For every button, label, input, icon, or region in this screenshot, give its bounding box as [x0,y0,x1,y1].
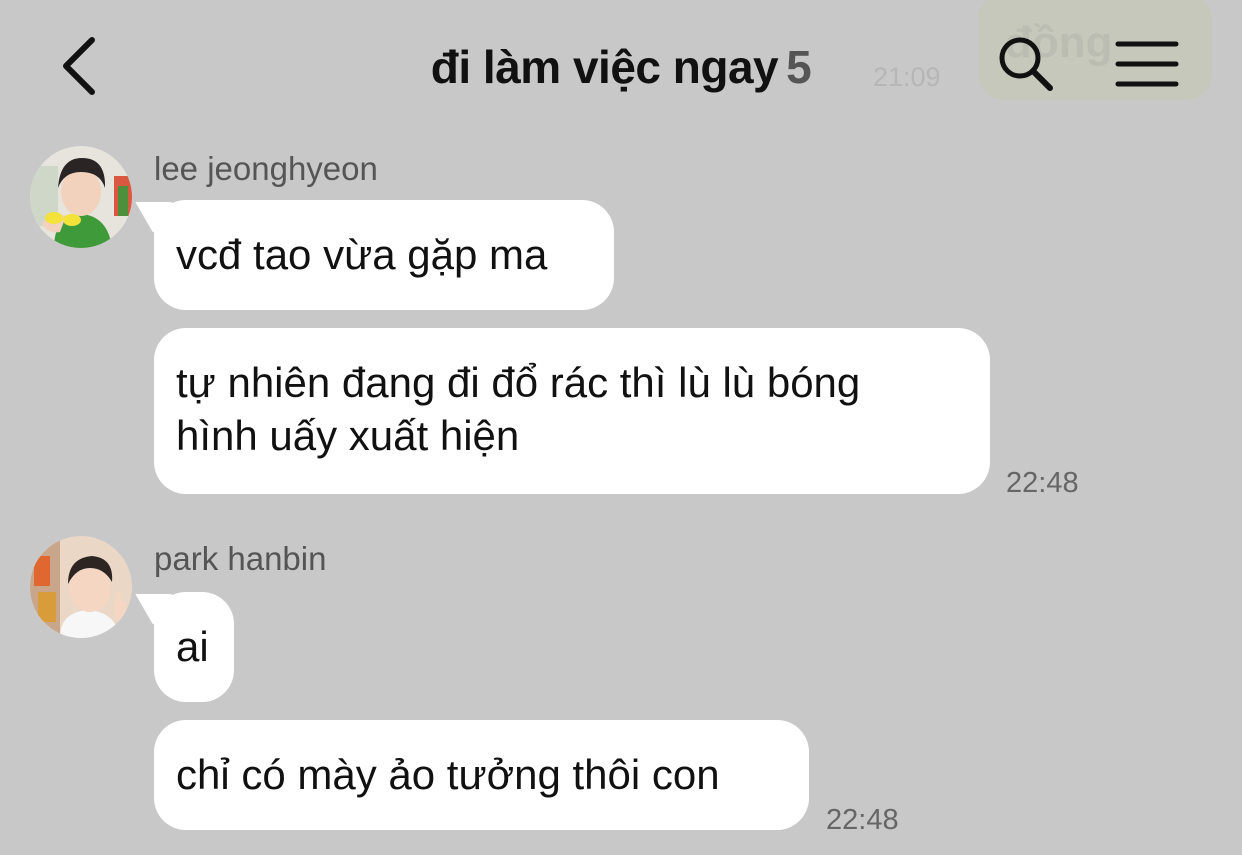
menu-icon [1115,41,1179,87]
avatar-lee-jeonghyeon[interactable] [30,146,132,248]
message-bubble[interactable]: tự nhiên đang đi đổ rác thì lù lù bóng h… [154,328,990,494]
message-bubble[interactable]: vcđ tao vừa gặp ma [154,200,614,310]
avatar-park-hanbin[interactable] [30,536,132,638]
message-time: 22:48 [826,804,899,836]
menu-button[interactable] [1114,38,1180,90]
profile-photo [30,146,132,248]
profile-photo [30,536,132,638]
message-bubble[interactable]: ai [154,592,234,702]
message-time: 22:48 [1006,467,1079,499]
member-count: 5 [786,41,812,93]
sender-name: lee jeonghyeon [154,150,378,187]
search-icon [999,37,1053,91]
message-bubble[interactable]: chỉ có mày ảo tưởng thôi con [154,720,809,830]
sender-name: park hanbin [154,540,327,577]
chat-title-text: đi làm việc ngay [430,41,779,93]
chat-header: đồng 21:09 đi làm việc ngay 5 [0,0,1242,130]
search-button[interactable] [996,34,1056,94]
